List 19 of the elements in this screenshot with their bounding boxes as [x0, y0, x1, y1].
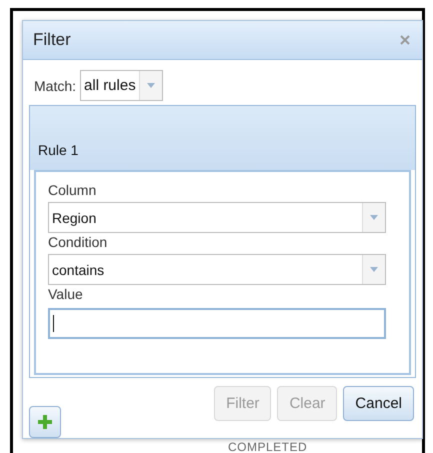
field-label: Value: [48, 286, 84, 303]
add-rule-button[interactable]: [29, 406, 61, 438]
select-field[interactable]: contains: [48, 254, 386, 285]
text-cursor: [53, 315, 54, 332]
field-label: Condition: [48, 234, 108, 251]
status-text: COMPLETED: [228, 441, 308, 453]
close-icon[interactable]: [400, 35, 410, 45]
dropdown-arrow-icon: [370, 215, 378, 220]
select-field[interactable]: Region: [48, 202, 386, 233]
match-label: Match:: [34, 78, 76, 94]
field-label: Column: [48, 182, 98, 199]
dialog-button[interactable]: Cancel: [343, 386, 414, 421]
plus-icon: [38, 415, 52, 429]
dropdown-arrow-icon: [146, 83, 155, 88]
rule-title: Rule 1: [30, 106, 415, 170]
dropdown-arrow-icon: [370, 267, 378, 272]
input-field[interactable]: [48, 308, 386, 339]
match-select[interactable]: all rules: [80, 70, 163, 101]
dialog-title: Filter: [33, 30, 71, 50]
